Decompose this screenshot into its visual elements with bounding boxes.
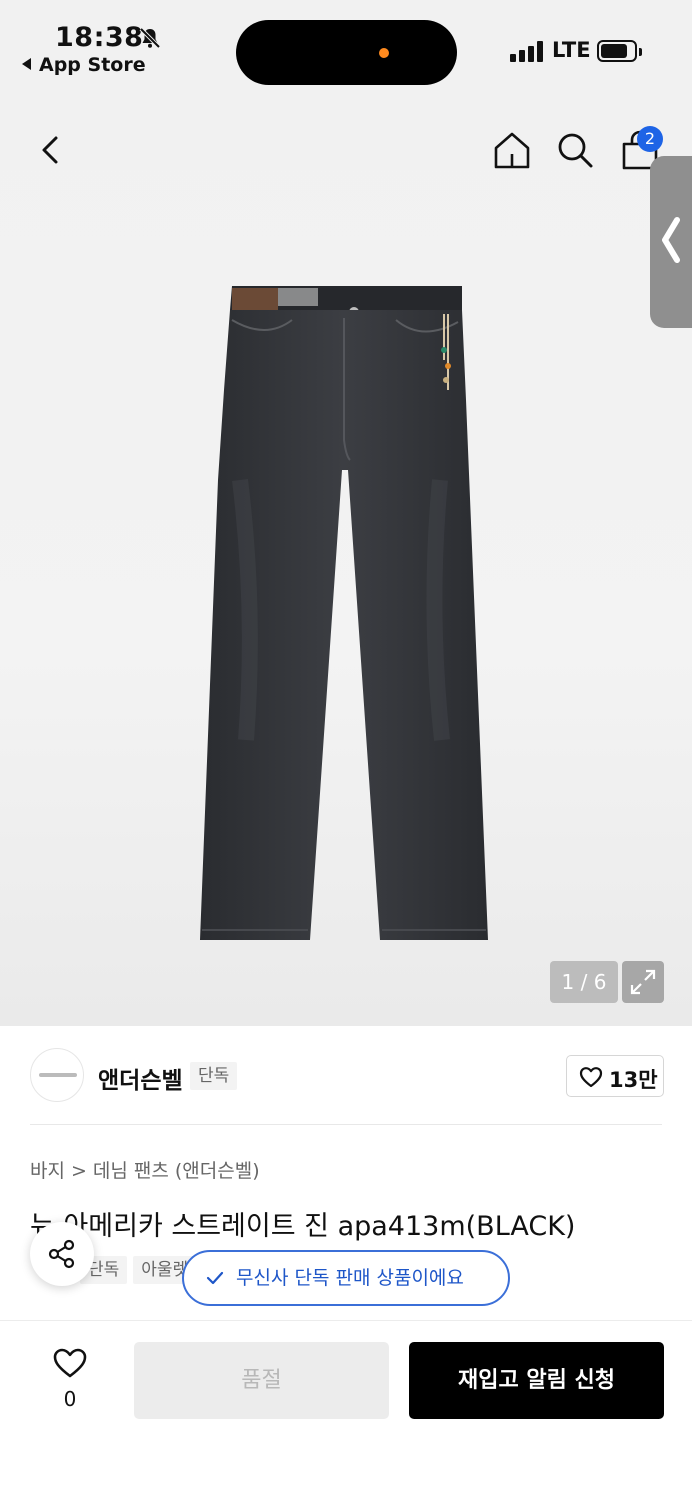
- share-button[interactable]: [30, 1222, 94, 1286]
- status-time: 18:38: [55, 22, 144, 53]
- heart-icon: [53, 1348, 87, 1378]
- restock-alert-button[interactable]: 재입고 알림 신청: [409, 1342, 664, 1419]
- product-title: 뉴 아메리카 스트레이트 진 apa413m(BLACK): [30, 1211, 576, 1242]
- brand-row[interactable]: 앤더슨벨 단독 13만: [0, 1026, 692, 1126]
- dynamic-island: [236, 20, 457, 85]
- brand-logo[interactable]: [30, 1048, 84, 1102]
- battery-icon: [597, 40, 642, 62]
- soldout-button: 품절: [134, 1342, 389, 1419]
- back-to-app-store[interactable]: App Store: [22, 54, 146, 76]
- expand-icon[interactable]: [622, 961, 664, 1003]
- toast-message: 무신사 단독 판매 상품이에요: [236, 1267, 464, 1289]
- breadcrumb-separator-icon: >: [70, 1160, 87, 1182]
- product-image-gallery[interactable]: 2 1 / 6: [0, 100, 692, 1026]
- brand-name[interactable]: 앤더슨벨: [98, 1061, 183, 1095]
- image-counter: 1 / 6: [550, 961, 618, 1003]
- network-type: LTE: [552, 38, 591, 62]
- exclusive-toast: 무신사 단독 판매 상품이에요: [182, 1250, 510, 1306]
- bottom-action-bar: 0 품절 재입고 알림 신청: [0, 1320, 692, 1500]
- cart-count-badge: 2: [637, 126, 663, 152]
- chevron-left-icon: [662, 217, 680, 263]
- mic-indicator-dot: [379, 48, 389, 58]
- heart-icon: [579, 1067, 603, 1088]
- check-icon: [206, 1271, 224, 1285]
- home-icon[interactable]: [492, 130, 532, 170]
- wishlist-count: 0: [63, 1387, 77, 1411]
- share-icon: [48, 1239, 75, 1269]
- back-arrow-icon[interactable]: [36, 130, 66, 170]
- breadcrumb-subcategory[interactable]: 데님 팬츠 (앤더슨벨): [93, 1160, 260, 1182]
- breadcrumb: 바지 > 데님 팬츠 (앤더슨벨): [30, 1156, 260, 1183]
- brand-like-count: 13만: [609, 1068, 658, 1092]
- back-triangle-icon: [22, 58, 31, 70]
- divider: [30, 1124, 662, 1125]
- brand-like-button[interactable]: 13만: [566, 1055, 664, 1097]
- product-image-jeans: [200, 286, 488, 940]
- brand-exclusive-tag: 단독: [190, 1062, 238, 1090]
- search-icon[interactable]: [556, 130, 594, 170]
- signal-bars-icon: [510, 40, 546, 62]
- back-app-label: App Store: [39, 54, 146, 76]
- bell-muted-icon: [139, 27, 161, 49]
- breadcrumb-category[interactable]: 바지: [30, 1160, 65, 1182]
- side-panel-handle[interactable]: [650, 156, 692, 328]
- status-bar: 18:38 App Store LTE: [0, 0, 692, 100]
- wishlist-button[interactable]: 0: [50, 1347, 90, 1411]
